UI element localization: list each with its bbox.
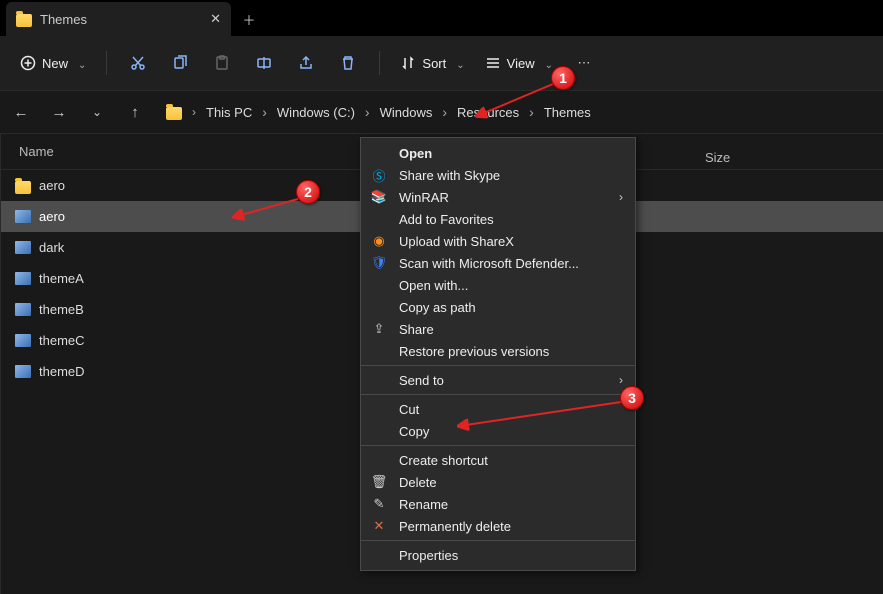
theme-file-icon [15,272,31,285]
menu-open[interactable]: Open [361,142,635,164]
rename-icon: ✎ [369,496,389,512]
paste-button[interactable] [205,46,239,80]
theme-file-icon [15,241,31,254]
file-name: themeB [39,302,84,317]
share-icon [298,55,314,71]
theme-file-icon [15,303,31,316]
new-tab-button[interactable]: ＋ [231,2,267,36]
theme-file-icon [15,210,31,223]
callout-2: 2 [296,180,320,204]
menu-share-skype[interactable]: ⓈShare with Skype [361,164,635,186]
view-button[interactable]: View [479,46,559,80]
view-label: View [507,56,535,71]
callout-3: 3 [620,386,644,410]
skype-icon: Ⓢ [369,166,389,185]
file-name: aero [39,209,65,224]
back-button[interactable]: ← [4,95,38,129]
folder-icon [16,14,32,27]
sort-label: Sort [422,56,446,71]
sort-icon [400,55,416,71]
rename-button[interactable] [247,46,281,80]
new-button[interactable]: New [14,46,92,80]
file-name: themeA [39,271,84,286]
file-name: aero [39,178,65,193]
perm-delete-icon: ✕ [369,518,389,534]
menu-upload-sharex[interactable]: ◉Upload with ShareX [361,230,635,252]
menu-copy-path[interactable]: Copy as path [361,296,635,318]
crumb-windows[interactable]: Windows [380,104,447,120]
theme-file-icon [15,334,31,347]
file-name: themeC [39,333,85,348]
copy-button[interactable] [163,46,197,80]
title-bar-tabs: Themes ✕ ＋ [0,0,883,36]
context-menu: Open ⓈShare with Skype 📚WinRAR› Add to F… [360,137,636,571]
file-name: themeD [39,364,85,379]
history-chevron[interactable]: ⌄ [80,95,114,129]
menu-create-shortcut[interactable]: Create shortcut [361,449,635,471]
crumb-this-pc[interactable]: This PC [206,104,267,120]
copy-icon [172,55,188,71]
clipboard-icon [214,55,230,71]
sort-button[interactable]: Sort [394,46,470,80]
menu-open-with[interactable]: Open with... [361,274,635,296]
chevron-right-icon: › [192,105,196,119]
submenu-arrow-icon: › [619,190,623,204]
scissors-icon [130,55,146,71]
nav-row: ← → ⌄ ↑ › This PC Windows (C:) Windows R… [0,90,883,134]
defender-icon: 🛡 [369,255,389,271]
crumb-windows-c[interactable]: Windows (C:) [277,104,370,120]
trash-icon [340,55,356,71]
menu-winrar[interactable]: 📚WinRAR› [361,186,635,208]
new-icon [20,55,36,71]
winrar-icon: 📚 [369,189,389,205]
share-icon: ⇪ [369,321,389,337]
new-label: New [42,56,68,71]
menu-rename[interactable]: ✎Rename [361,493,635,515]
theme-file-icon [15,365,31,378]
up-button[interactable]: ↑ [118,95,152,129]
cut-button[interactable] [121,46,155,80]
forward-button[interactable]: → [42,95,76,129]
tab-themes[interactable]: Themes ✕ [6,2,231,36]
toolbar: New Sort View ⋯ [0,36,883,90]
delete-button[interactable] [331,46,365,80]
menu-delete[interactable]: 🗑Delete [361,471,635,493]
folder-icon [166,107,182,120]
callout-1: 1 [551,66,575,90]
menu-restore-versions[interactable]: Restore previous versions [361,340,635,362]
menu-properties[interactable]: Properties [361,544,635,566]
view-icon [485,55,501,71]
file-name: dark [39,240,64,255]
tab-title: Themes [40,12,87,27]
menu-send-to[interactable]: Send to› [361,369,635,391]
menu-scan-defender[interactable]: 🛡Scan with Microsoft Defender... [361,252,635,274]
menu-add-favorites[interactable]: Add to Favorites [361,208,635,230]
menu-share[interactable]: ⇪Share [361,318,635,340]
folder-icon [15,181,31,194]
rename-icon [256,55,272,71]
sharex-icon: ◉ [369,233,389,249]
share-button[interactable] [289,46,323,80]
col-header-size[interactable]: Size [705,150,730,165]
submenu-arrow-icon: › [619,373,623,387]
delete-icon: 🗑 [369,474,389,490]
menu-permanently-delete[interactable]: ✕Permanently delete [361,515,635,537]
close-tab-icon[interactable]: ✕ [210,11,221,27]
